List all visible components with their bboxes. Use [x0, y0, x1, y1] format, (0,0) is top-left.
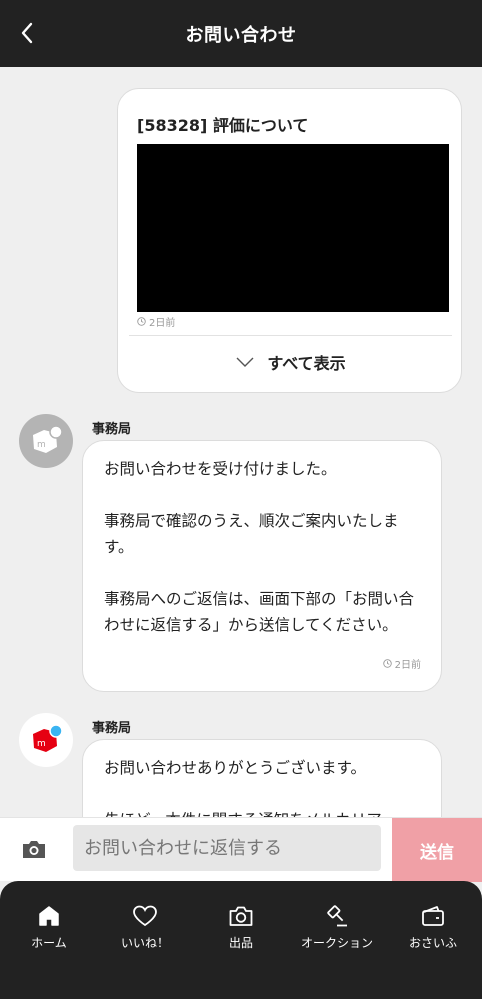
tab-sell[interactable]: 出品 — [196, 903, 286, 955]
clock-icon — [137, 317, 146, 326]
tab-likes[interactable]: いいね！ — [100, 903, 190, 955]
clock-icon — [382, 659, 392, 668]
message-bubble: お問い合わせを受け付けました。 事務局で確認のうえ、順次ご案内いたします。 事務… — [82, 440, 442, 692]
inquiry-media[interactable] — [137, 144, 449, 312]
tab-likes-label: いいね！ — [120, 936, 169, 950]
card-divider — [129, 335, 452, 336]
message-paragraph: お問い合わせを受け付けました。 — [104, 460, 337, 478]
tab-wallet[interactable]: おさいふ — [388, 903, 478, 955]
inquiry-timestamp: 2日前 — [137, 314, 175, 329]
message-paragraph: お問い合わせありがとうございます。 — [104, 759, 366, 777]
bottom-tab-bar: ホーム いいね！ 出品 オークション おさいふ — [0, 881, 482, 999]
mercari-logo-icon: m — [33, 425, 63, 453]
camera-icon — [23, 841, 45, 858]
chevron-left-icon — [21, 22, 33, 44]
office-avatar[interactable]: m — [19, 713, 73, 767]
message-sender: 事務局 — [92, 721, 132, 736]
message-sender: 事務局 — [92, 422, 132, 437]
message-paragraph: 事務局へのご返信は、画面下部の「お問い合わせに返信する」から送信してください。 — [104, 590, 415, 634]
app-header: お問い合わせ — [0, 0, 482, 67]
inquiry-title: [58328] 評価について — [137, 116, 309, 135]
svg-text:m: m — [37, 440, 46, 450]
message-timestamp: 2日前 — [382, 656, 421, 671]
page-title: お問い合わせ — [185, 24, 297, 46]
tab-sell-label: 出品 — [228, 936, 253, 950]
show-all-label: すべて表示 — [267, 354, 346, 373]
wallet-icon — [422, 906, 444, 926]
message-paragraph: 事務局で確認のうえ、順次ご案内いたします。 — [104, 512, 399, 556]
back-button[interactable] — [14, 20, 40, 46]
svg-text:m: m — [37, 739, 46, 749]
send-button[interactable]: 送信 — [392, 818, 482, 882]
tab-wallet-label: おさいふ — [408, 936, 457, 950]
show-all-button[interactable]: すべて表示 — [118, 347, 463, 377]
reply-input[interactable] — [73, 825, 381, 871]
home-icon — [39, 906, 59, 926]
message-bubble: お問い合わせありがとうございます。 先ほど、本件に関する通知をメルカリア — [82, 739, 442, 817]
chevron-down-icon — [236, 357, 254, 367]
gavel-icon — [327, 905, 347, 927]
reply-bar: 送信 — [0, 817, 482, 882]
inquiry-time-text: 2日前 — [149, 318, 176, 329]
tab-home[interactable]: ホーム — [4, 903, 94, 955]
inquiry-card: [58328] 評価について 2日前 すべて表示 — [117, 88, 462, 393]
mercari-logo-icon: m — [33, 724, 63, 752]
tab-home-label: ホーム — [31, 936, 67, 950]
message-paragraph: 先ほど、本件に関する通知をメルカリア — [104, 807, 422, 817]
heart-icon — [133, 905, 157, 927]
attach-photo-button[interactable] — [21, 838, 47, 860]
office-avatar[interactable]: m — [19, 414, 73, 468]
tab-auction-label: オークション — [300, 936, 373, 950]
tab-auction[interactable]: オークション — [292, 903, 382, 955]
message-time-text: 2日前 — [394, 660, 421, 671]
camera-icon — [229, 906, 253, 926]
chat-thread[interactable]: [58328] 評価について 2日前 すべて表示 m 事務局 お問い合わせを受け… — [0, 67, 482, 817]
